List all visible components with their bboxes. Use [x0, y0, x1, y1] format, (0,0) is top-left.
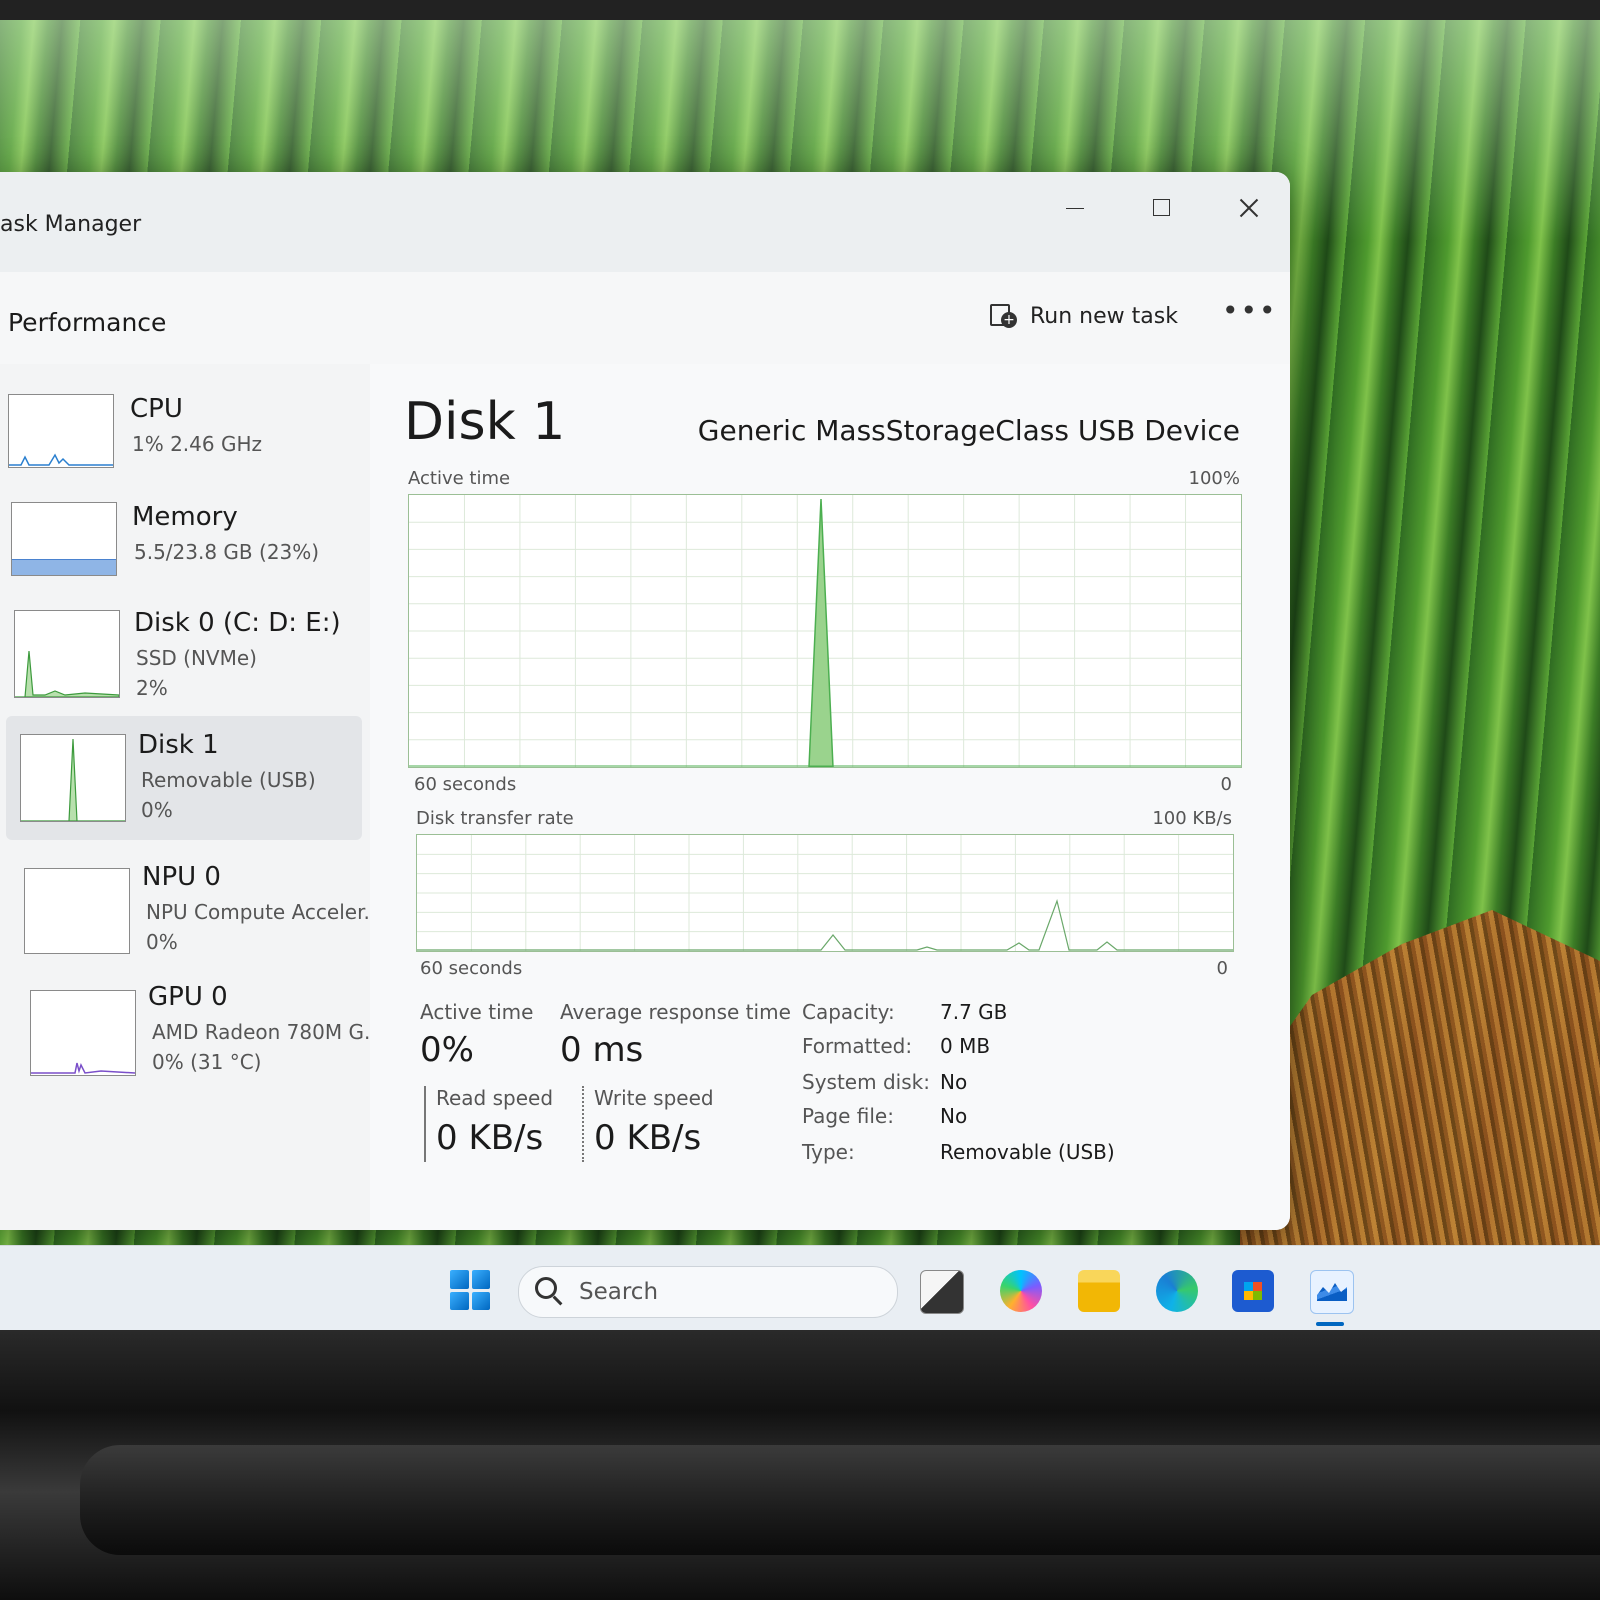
- sidebar-item-subtitle: SSD (NVMe): [136, 646, 257, 670]
- active-time-value: 0%: [420, 1030, 474, 1070]
- sidebar-item-title: Disk 0 (C: D: E:): [134, 608, 341, 638]
- sidebar-item-title: CPU: [130, 394, 183, 424]
- page-file-label: Page file:: [802, 1104, 894, 1128]
- read-speed-value: 0 KB/s: [436, 1118, 544, 1158]
- transfer-rate-graph: [416, 834, 1234, 952]
- taskbar-search-box[interactable]: Search: [518, 1266, 898, 1318]
- task-view-icon[interactable]: [920, 1270, 964, 1314]
- formatted-label: Formatted:: [802, 1034, 913, 1058]
- disk-title: Disk 1: [404, 392, 566, 452]
- sidebar-item-title: Memory: [132, 502, 238, 532]
- type-value: Removable (USB): [940, 1140, 1115, 1164]
- sidebar-item-disk-1[interactable]: Disk 1 Removable (USB) 0%: [6, 716, 362, 840]
- system-disk-label: System disk:: [802, 1070, 930, 1094]
- sidebar-item-title: NPU 0: [142, 862, 221, 892]
- memory-thumbnail-graph: [11, 502, 117, 576]
- run-task-icon: [988, 302, 1017, 330]
- minimize-button[interactable]: [1062, 194, 1090, 222]
- page-file-value: No: [940, 1104, 968, 1128]
- sidebar-item-title: Disk 1: [138, 730, 219, 760]
- sidebar-item-usage: 2%: [136, 676, 168, 700]
- avg-response-label: Average response time: [560, 1000, 791, 1024]
- sidebar-item-subtitle: Removable (USB): [141, 768, 316, 792]
- more-options-button[interactable]: •••: [1222, 294, 1278, 327]
- gpu-thumbnail-graph: [30, 990, 136, 1076]
- sidebar-item-npu-0[interactable]: NPU 0 NPU Compute Acceler... 0%: [6, 844, 383, 962]
- transfer-rate-graph-duration: 60 seconds: [420, 958, 523, 979]
- sidebar-item-subtitle: NPU Compute Acceler...: [146, 900, 383, 924]
- sidebar-item-usage: 0%: [141, 798, 173, 822]
- sidebar-item-usage: 0% (31 °C): [152, 1050, 262, 1074]
- active-time-graph-max: 100%: [1188, 468, 1240, 489]
- disk1-thumbnail-graph: [20, 734, 126, 822]
- sidebar-item-memory[interactable]: Memory 5.5/23.8 GB (23%): [6, 490, 362, 608]
- transfer-rate-graph-label: Disk transfer rate: [416, 808, 574, 829]
- capacity-label: Capacity:: [802, 1000, 895, 1024]
- sidebar-item-subtitle: AMD Radeon 780M G...: [152, 1020, 384, 1044]
- start-button[interactable]: [450, 1270, 490, 1310]
- search-icon: [535, 1277, 557, 1299]
- wallpaper-grass: [1240, 910, 1600, 1250]
- sidebar-item-subtitle: 1% 2.46 GHz: [132, 432, 263, 456]
- read-speed-indicator: [424, 1086, 426, 1162]
- sidebar-item-title: GPU 0: [148, 982, 228, 1012]
- edge-browser-icon[interactable]: [1156, 1270, 1198, 1312]
- active-time-label: Active time: [420, 1000, 534, 1024]
- read-speed-label: Read speed: [436, 1086, 554, 1110]
- performance-sidebar: CPU 1% 2.46 GHz Memory 5.5/23.8 GB (23%)…: [0, 364, 383, 1230]
- title-bar[interactable]: ask Manager: [0, 172, 1290, 272]
- taskbar: Search: [0, 1245, 1600, 1332]
- file-explorer-icon[interactable]: [1078, 1270, 1120, 1312]
- microsoft-store-icon[interactable]: [1232, 1270, 1274, 1312]
- disk0-thumbnail-graph: [14, 610, 120, 698]
- windows-logo-icon: [450, 1270, 469, 1289]
- search-placeholder: Search: [579, 1279, 659, 1305]
- run-new-task-button[interactable]: Run new task: [988, 296, 1178, 336]
- sidebar-item-usage: 0%: [146, 930, 178, 954]
- sidebar-item-subtitle: 5.5/23.8 GB (23%): [134, 540, 320, 564]
- command-bar: Performance Run new task •••: [0, 272, 1290, 365]
- capacity-value: 7.7 GB: [940, 1000, 1008, 1024]
- active-time-graph-label: Active time: [408, 468, 511, 489]
- write-speed-value: 0 KB/s: [594, 1118, 702, 1158]
- sidebar-item-gpu-0[interactable]: GPU 0 AMD Radeon 780M G... 0% (31 °C): [6, 968, 383, 1086]
- screen-bezel-top: [0, 0, 1600, 22]
- npu-thumbnail-graph: [24, 868, 130, 954]
- write-speed-indicator: [582, 1086, 584, 1162]
- run-new-task-label: Run new task: [1030, 303, 1178, 329]
- avg-response-value: 0 ms: [560, 1030, 644, 1070]
- task-manager-taskbar-icon[interactable]: [1310, 1270, 1354, 1314]
- transfer-rate-graph-max: 100 KB/s: [1152, 808, 1232, 829]
- disk-detail-pane: Disk 1 Generic MassStorageClass USB Devi…: [370, 364, 1290, 1230]
- device-name: Generic MassStorageClass USB Device: [697, 414, 1240, 447]
- copilot-icon[interactable]: [1000, 1270, 1042, 1312]
- sidebar-item-disk-0[interactable]: Disk 0 (C: D: E:) SSD (NVMe) 2%: [6, 596, 362, 714]
- active-time-graph-duration: 60 seconds: [414, 774, 517, 795]
- active-app-indicator: [1316, 1322, 1344, 1326]
- laptop-hinge: [80, 1445, 1600, 1555]
- window-title: ask Manager: [0, 212, 142, 237]
- active-time-graph: [408, 494, 1242, 768]
- page-title: Performance: [8, 308, 167, 337]
- write-speed-label: Write speed: [594, 1086, 714, 1110]
- task-manager-window: ask Manager Performance Run new task •••…: [0, 172, 1290, 1230]
- type-label: Type:: [802, 1140, 855, 1164]
- transfer-rate-graph-min: 0: [1216, 958, 1228, 979]
- maximize-button[interactable]: [1148, 194, 1176, 222]
- formatted-value: 0 MB: [940, 1034, 991, 1058]
- system-disk-value: No: [940, 1070, 968, 1094]
- cpu-thumbnail-graph: [8, 394, 114, 468]
- close-button[interactable]: [1235, 194, 1263, 222]
- sidebar-item-cpu[interactable]: CPU 1% 2.46 GHz: [6, 382, 362, 500]
- active-time-graph-min: 0: [1220, 774, 1232, 795]
